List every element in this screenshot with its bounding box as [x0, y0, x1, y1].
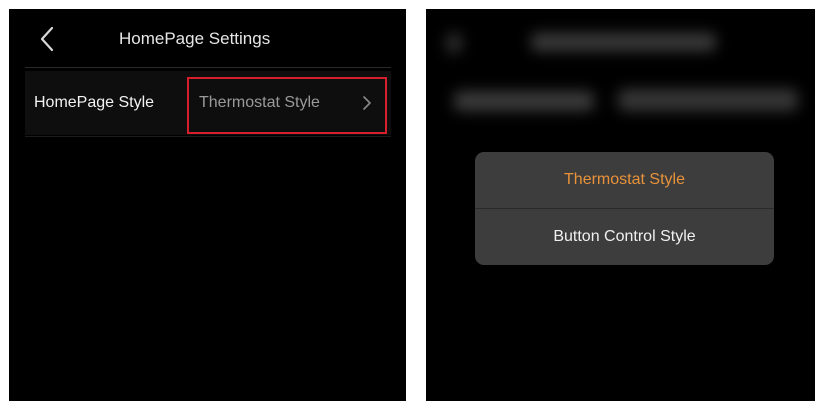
- page-title: HomePage Settings: [119, 29, 271, 48]
- homepage-style-row[interactable]: HomePage Style Thermostat Style: [25, 71, 391, 135]
- comparison-stage: HomePage Settings HomePage Style Thermos…: [0, 0, 815, 401]
- setting-label: HomePage Style: [34, 94, 155, 111]
- option-button-control-style[interactable]: Button Control Style: [475, 209, 774, 265]
- blurred-background: [426, 9, 815, 159]
- back-button[interactable]: [35, 25, 61, 53]
- blurred-back-icon: [446, 33, 462, 53]
- style-picker-screen: Thermostat Style Button Control Style: [426, 9, 815, 401]
- settings-header: HomePage Settings: [9, 9, 406, 67]
- option-thermostat-style[interactable]: Thermostat Style: [475, 152, 774, 208]
- setting-value: Thermostat Style: [199, 94, 320, 111]
- blurred-title: [531, 33, 716, 51]
- chevron-left-icon: [40, 26, 54, 52]
- blurred-row-label: [454, 91, 594, 111]
- chevron-right-icon: [362, 95, 372, 111]
- row-divider: [25, 136, 391, 137]
- header-divider: [25, 67, 391, 68]
- settings-screen: HomePage Settings HomePage Style Thermos…: [9, 9, 406, 401]
- blurred-row-value: [618, 89, 798, 111]
- style-selection-popup: Thermostat Style Button Control Style: [475, 152, 774, 265]
